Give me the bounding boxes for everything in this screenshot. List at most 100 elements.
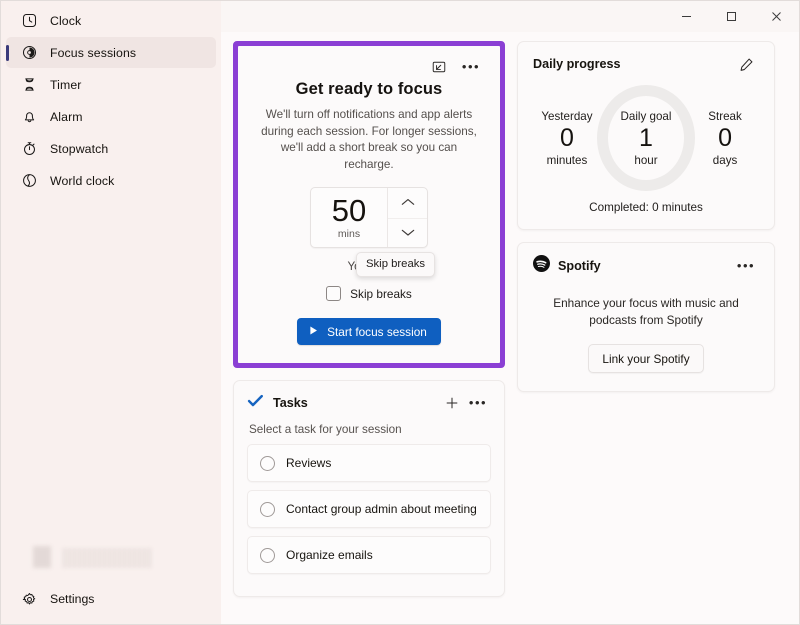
focus-card-title: Get ready to focus [295, 80, 443, 98]
focus-card-toolbar: ••• [254, 56, 484, 78]
streak-stat: Streak 0 days [695, 110, 755, 167]
tasks-more-options-icon[interactable]: ••• [465, 392, 491, 414]
tasks-card-header: Tasks ••• [247, 392, 491, 414]
todo-check-icon [247, 392, 264, 414]
task-radio-icon[interactable] [260, 547, 275, 563]
navigation-sidebar: Clock Focus sessions Timer Alarm Stopwat… [1, 1, 221, 624]
start-button-wrapper: Start focus session [254, 318, 484, 345]
hourglass-icon [18, 77, 40, 92]
skip-breaks-label: Skip breaks [350, 286, 412, 301]
ellipsis-glyph: ••• [736, 258, 756, 273]
daily-progress-title: Daily progress [533, 57, 621, 71]
focus-session-card-highlight: ••• Get ready to focus We'll turn off no… [233, 41, 505, 368]
sidebar-item-settings[interactable]: Settings [6, 582, 216, 616]
chevron-up-icon[interactable] [388, 188, 427, 218]
task-radio-icon[interactable] [260, 501, 275, 517]
ellipsis-glyph: ••• [468, 395, 488, 410]
task-list-item[interactable]: Organize emails [247, 536, 491, 574]
daily-progress-header: Daily progress [533, 53, 759, 75]
yesterday-caption: Yesterday [541, 109, 593, 123]
link-button-wrapper: Link your Spotify [533, 344, 759, 373]
spotify-card: Spotify ••• Enhance your focus with musi… [517, 242, 775, 392]
main-content: ••• Get ready to focus We'll turn off no… [221, 32, 799, 624]
daily-progress-card: Daily progress Yesterday 0 minutes Daily… [517, 41, 775, 230]
spotify-more-options-icon[interactable]: ••• [733, 255, 759, 277]
settings-label: Settings [50, 592, 95, 606]
redacted-account-area [33, 542, 221, 568]
sidebar-item-label: World clock [50, 173, 115, 188]
completed-text: Completed: 0 minutes [589, 201, 703, 214]
yesterday-unit: minutes [546, 153, 588, 167]
skip-breaks-checkbox[interactable] [326, 286, 342, 301]
daily-progress-stats: Yesterday 0 minutes Daily goal 1 hour St… [533, 85, 759, 191]
task-label: Reviews [286, 456, 332, 470]
tasks-card-title: Tasks [273, 396, 308, 410]
sidebar-item-alarm[interactable]: Alarm [6, 101, 216, 132]
gear-icon [18, 592, 40, 607]
skip-breaks-row[interactable]: Skip breaks [254, 286, 484, 301]
start-focus-session-label: Start focus session [327, 324, 427, 339]
clock-app-window: Clock Focus sessions Timer Alarm Stopwat… [0, 0, 800, 625]
right-column: Daily progress Yesterday 0 minutes Daily… [517, 41, 775, 610]
pencil-edit-icon[interactable] [733, 53, 759, 75]
sidebar-item-label: Stopwatch [50, 141, 109, 156]
plus-icon[interactable] [439, 392, 465, 414]
streak-value: 0 [718, 123, 732, 152]
focus-card-description: We'll turn off notifications and app ale… [261, 108, 477, 171]
sidebar-item-timer[interactable]: Timer [6, 69, 216, 100]
link-your-spotify-button[interactable]: Link your Spotify [588, 344, 704, 373]
daily-goal-value: 1 [639, 123, 653, 152]
minimize-button[interactable] [664, 1, 709, 32]
skip-breaks-tooltip: Skip breaks [356, 252, 436, 277]
sidebar-item-label: Focus sessions [50, 45, 137, 60]
duration-value-area[interactable]: 50 mins [311, 188, 387, 247]
stopwatch-icon [18, 141, 40, 156]
task-label: Organize emails [286, 548, 373, 562]
spotify-icon [533, 255, 550, 277]
task-radio-icon[interactable] [260, 455, 275, 471]
daily-goal-caption: Daily goal [620, 109, 672, 123]
bell-icon [18, 109, 40, 124]
duration-spinner-wrapper: 50 mins [254, 187, 484, 248]
streak-unit: days [712, 153, 738, 167]
title-bar [1, 1, 799, 32]
start-focus-session-button[interactable]: Start focus session [297, 318, 441, 345]
ellipsis-glyph: ••• [461, 59, 481, 74]
session-breaks-info: You'll ha Skip breaks [254, 252, 484, 277]
globe-clock-icon [18, 173, 40, 188]
daily-goal-ring: Daily goal 1 hour [596, 85, 696, 191]
focus-sessions-icon [18, 45, 40, 60]
spotify-card-header: Spotify ••• [533, 254, 759, 278]
tasks-card: Tasks ••• Select a task for your session… [233, 380, 505, 597]
focus-session-card: ••• Get ready to focus We'll turn off no… [238, 46, 500, 363]
sidebar-item-label: Alarm [50, 109, 83, 124]
duration-stepper[interactable]: 50 mins [310, 187, 428, 248]
sidebar-item-focus-sessions[interactable]: Focus sessions [6, 37, 216, 68]
play-icon [308, 325, 319, 339]
chevron-down-icon[interactable] [388, 217, 427, 248]
more-options-icon[interactable]: ••• [458, 56, 484, 78]
sidebar-item-label: Timer [50, 77, 82, 92]
yesterday-stat: Yesterday 0 minutes [537, 110, 597, 167]
task-label: Contact group admin about meeting [286, 502, 477, 516]
sidebar-item-world-clock[interactable]: World clock [6, 165, 216, 196]
duration-unit: mins [337, 228, 361, 240]
task-list-item[interactable]: Contact group admin about meeting [247, 490, 491, 528]
spotify-card-title: Spotify [558, 259, 601, 273]
sidebar-item-stopwatch[interactable]: Stopwatch [6, 133, 216, 164]
yesterday-value: 0 [559, 123, 574, 152]
nav-list: Clock Focus sessions Timer Alarm Stopwat… [1, 5, 221, 197]
streak-caption: Streak [708, 109, 742, 123]
window-body: Clock Focus sessions Timer Alarm Stopwat… [1, 1, 799, 624]
duration-value: 50 [331, 193, 367, 228]
close-button[interactable] [754, 1, 799, 32]
compact-overlay-icon[interactable] [426, 56, 452, 78]
tasks-subtitle: Select a task for your session [249, 423, 402, 436]
maximize-button[interactable] [709, 1, 754, 32]
task-list-item[interactable]: Reviews [247, 444, 491, 482]
left-column: ••• Get ready to focus We'll turn off no… [233, 41, 505, 610]
daily-goal-unit: hour [634, 153, 658, 167]
stepper-buttons [387, 188, 427, 247]
spotify-description: Enhance your focus with music and podcas… [553, 296, 739, 327]
